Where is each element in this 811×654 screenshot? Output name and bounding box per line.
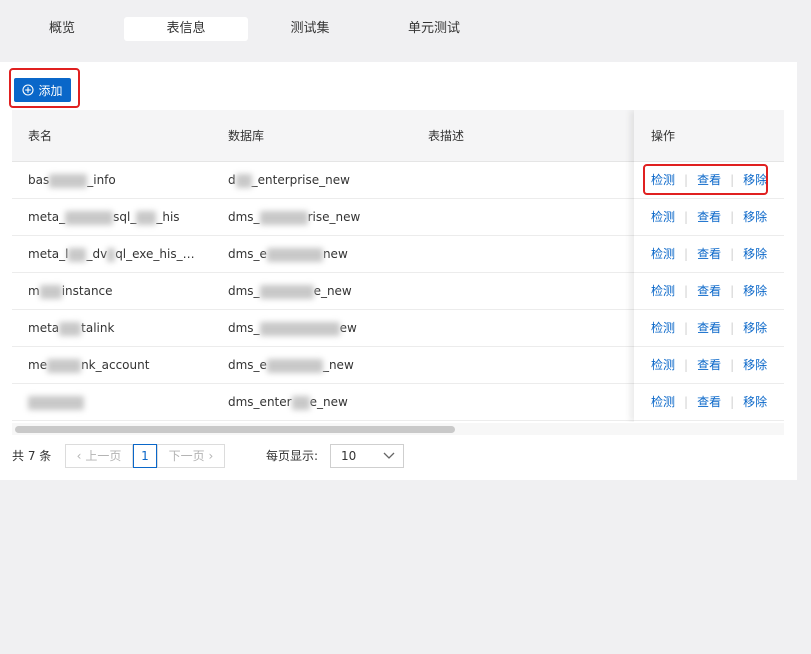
cell-database: d _enterprise_new bbox=[228, 173, 350, 188]
remove-link[interactable]: 移除 bbox=[743, 321, 767, 335]
chevron-left-icon: ‹ bbox=[76, 449, 82, 463]
separator: | bbox=[684, 210, 689, 224]
header-table-name: 表名 bbox=[28, 129, 53, 143]
scrollbar-thumb[interactable] bbox=[15, 426, 455, 433]
cell-database: dms_ ew bbox=[228, 321, 357, 336]
check-link[interactable]: 检测 bbox=[651, 284, 675, 298]
separator: | bbox=[730, 210, 735, 224]
view-link[interactable]: 查看 bbox=[697, 247, 721, 261]
cell-table-name: bas _info bbox=[28, 173, 116, 188]
table: 表名 数据库 表描述 bas _info d _enterprise_new met… bbox=[12, 110, 784, 422]
separator: | bbox=[684, 358, 689, 372]
separator: | bbox=[684, 321, 689, 335]
separator: | bbox=[684, 247, 689, 261]
cell-database: dms_ rise_new bbox=[228, 210, 361, 225]
view-link[interactable]: 查看 bbox=[697, 284, 721, 298]
actions-highlight bbox=[643, 164, 768, 195]
cell-table-name: me nk_account bbox=[28, 358, 150, 373]
next-page-button[interactable]: 下一页 › bbox=[157, 444, 225, 468]
cell-database: dms_e_new bbox=[228, 284, 352, 299]
cell-database: dms_enter e_new bbox=[228, 395, 348, 410]
operations-column: 操作 检测 | 查看 | 移除 检测 | 查看 | 移除 检测 | 查看 | 移除 检测 | 查看 | 移除 检… bbox=[634, 110, 784, 422]
separator: | bbox=[730, 395, 735, 409]
remove-link[interactable]: 移除 bbox=[743, 210, 767, 224]
row-actions: 检测 | 查看 | 移除 bbox=[634, 310, 784, 347]
row-actions: 检测 | 查看 | 移除 bbox=[634, 384, 784, 421]
cell-table-name: meta_l _dv ql_exe_his_… bbox=[28, 247, 195, 262]
per-page-value: 10 bbox=[341, 449, 357, 463]
header-database: 数据库 bbox=[228, 129, 265, 143]
cell-table-name bbox=[28, 384, 84, 420]
per-page-select[interactable]: 10 bbox=[330, 444, 404, 468]
cell-table-name: meta talink bbox=[28, 321, 115, 336]
separator: | bbox=[684, 395, 689, 409]
row-actions: 检测 | 查看 | 移除 bbox=[634, 236, 784, 273]
tab-test-set[interactable]: 测试集 bbox=[278, 17, 342, 41]
chevron-right-icon: › bbox=[208, 449, 214, 463]
check-link[interactable]: 检测 bbox=[651, 321, 675, 335]
separator: | bbox=[730, 358, 735, 372]
tab-bar: 概览 表信息 测试集 单元测试 bbox=[0, 0, 811, 58]
remove-link[interactable]: 移除 bbox=[743, 395, 767, 409]
separator: | bbox=[730, 321, 735, 335]
chevron-down-icon bbox=[383, 452, 395, 459]
separator: | bbox=[730, 284, 735, 298]
check-link[interactable]: 检测 bbox=[651, 358, 675, 372]
view-link[interactable]: 查看 bbox=[697, 210, 721, 224]
tab-table-info[interactable]: 表信息 bbox=[124, 17, 248, 41]
cell-database: dms_e_new bbox=[228, 358, 354, 373]
page-number[interactable]: 1 bbox=[133, 444, 157, 468]
prev-page-label: 上一页 bbox=[85, 449, 122, 463]
header-operations: 操作 bbox=[634, 110, 784, 162]
cell-table-name: m instance bbox=[28, 284, 113, 299]
separator: | bbox=[730, 247, 735, 261]
row-actions: 检测 | 查看 | 移除 bbox=[634, 273, 784, 310]
row-actions: 检测 | 查看 | 移除 bbox=[634, 347, 784, 384]
cell-table-name: meta_ sql_ _his bbox=[28, 210, 180, 225]
tab-unit-test[interactable]: 单元测试 bbox=[398, 17, 470, 41]
view-link[interactable]: 查看 bbox=[697, 321, 721, 335]
cell-database: dms_e new bbox=[228, 247, 348, 262]
prev-page-button[interactable]: ‹ 上一页 bbox=[65, 444, 133, 468]
check-link[interactable]: 检测 bbox=[651, 210, 675, 224]
row-actions: 检测 | 查看 | 移除 bbox=[634, 199, 784, 236]
tab-overview[interactable]: 概览 bbox=[38, 17, 86, 41]
header-description: 表描述 bbox=[428, 129, 465, 143]
remove-link[interactable]: 移除 bbox=[743, 284, 767, 298]
total-count: 共 7 条 bbox=[12, 449, 52, 463]
view-link[interactable]: 查看 bbox=[697, 358, 721, 372]
add-button-highlight bbox=[9, 68, 80, 108]
remove-link[interactable]: 移除 bbox=[743, 247, 767, 261]
separator: | bbox=[684, 284, 689, 298]
remove-link[interactable]: 移除 bbox=[743, 358, 767, 372]
check-link[interactable]: 检测 bbox=[651, 395, 675, 409]
check-link[interactable]: 检测 bbox=[651, 247, 675, 261]
per-page-label: 每页显示: bbox=[266, 449, 319, 463]
next-page-label: 下一页 bbox=[168, 449, 205, 463]
view-link[interactable]: 查看 bbox=[697, 395, 721, 409]
horizontal-scrollbar[interactable] bbox=[12, 423, 784, 435]
